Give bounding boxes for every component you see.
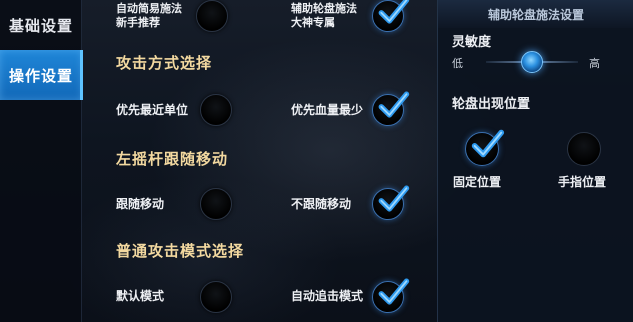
default-mode-label: 默认模式 [116,289,165,303]
check-icon [378,0,410,24]
check-icon [378,278,410,305]
tab-basic-settings[interactable]: 基础设置 [0,0,82,50]
wheel-settings-panel: 辅助轮盘施法设置 灵敏度 低 高 轮盘出现位置 固定位置 手指位置 [437,0,633,322]
wheel-cast-sublabel: 大神专属 [291,16,335,29]
fixed-position-label: 固定位置 [453,175,502,189]
tab-operation-settings[interactable]: 操作设置 [0,50,83,100]
fixed-position-toggle[interactable] [465,129,505,166]
no-follow-move-toggle[interactable] [372,185,410,220]
check-icon [378,185,410,212]
finger-position-label: 手指位置 [558,175,607,189]
sidebar: 基础设置 操作设置 [0,0,83,322]
sensitivity-slider-knob[interactable] [521,51,543,73]
slider-high-label: 高 [589,57,600,70]
nearest-unit-toggle[interactable] [200,94,232,126]
sensitivity-label: 灵敏度 [452,35,492,50]
check-icon [378,91,410,118]
panel-title: 辅助轮盘施法设置 [438,0,633,28]
lowest-hp-toggle[interactable] [372,91,410,126]
joystick-section-title: 左摇杆跟随移动 [116,150,229,168]
auto-chase-mode-toggle[interactable] [372,278,410,313]
auto-chase-mode-label: 自动追击模式 [291,289,364,303]
normal-attack-section-title: 普通攻击模式选择 [116,242,245,260]
simple-cast-label: 自动简易施法 [116,2,182,15]
check-icon [471,129,505,158]
wheel-position-label: 轮盘出现位置 [452,97,531,112]
slider-low-label: 低 [452,57,463,70]
no-follow-move-label: 不跟随移动 [291,197,352,211]
wheel-cast-toggle[interactable] [372,0,410,32]
wheel-cast-label: 辅助轮盘施法 [291,2,357,15]
follow-move-label: 跟随移动 [116,197,165,211]
finger-position-toggle[interactable] [567,132,601,166]
simple-cast-toggle[interactable] [196,0,228,32]
nearest-unit-label: 优先最近单位 [116,103,189,117]
attack-section-title: 攻击方式选择 [116,54,213,72]
lowest-hp-label: 优先血量最少 [291,103,364,117]
follow-move-toggle[interactable] [200,188,232,220]
default-mode-toggle[interactable] [200,281,232,313]
simple-cast-sublabel: 新手推荐 [116,16,160,29]
